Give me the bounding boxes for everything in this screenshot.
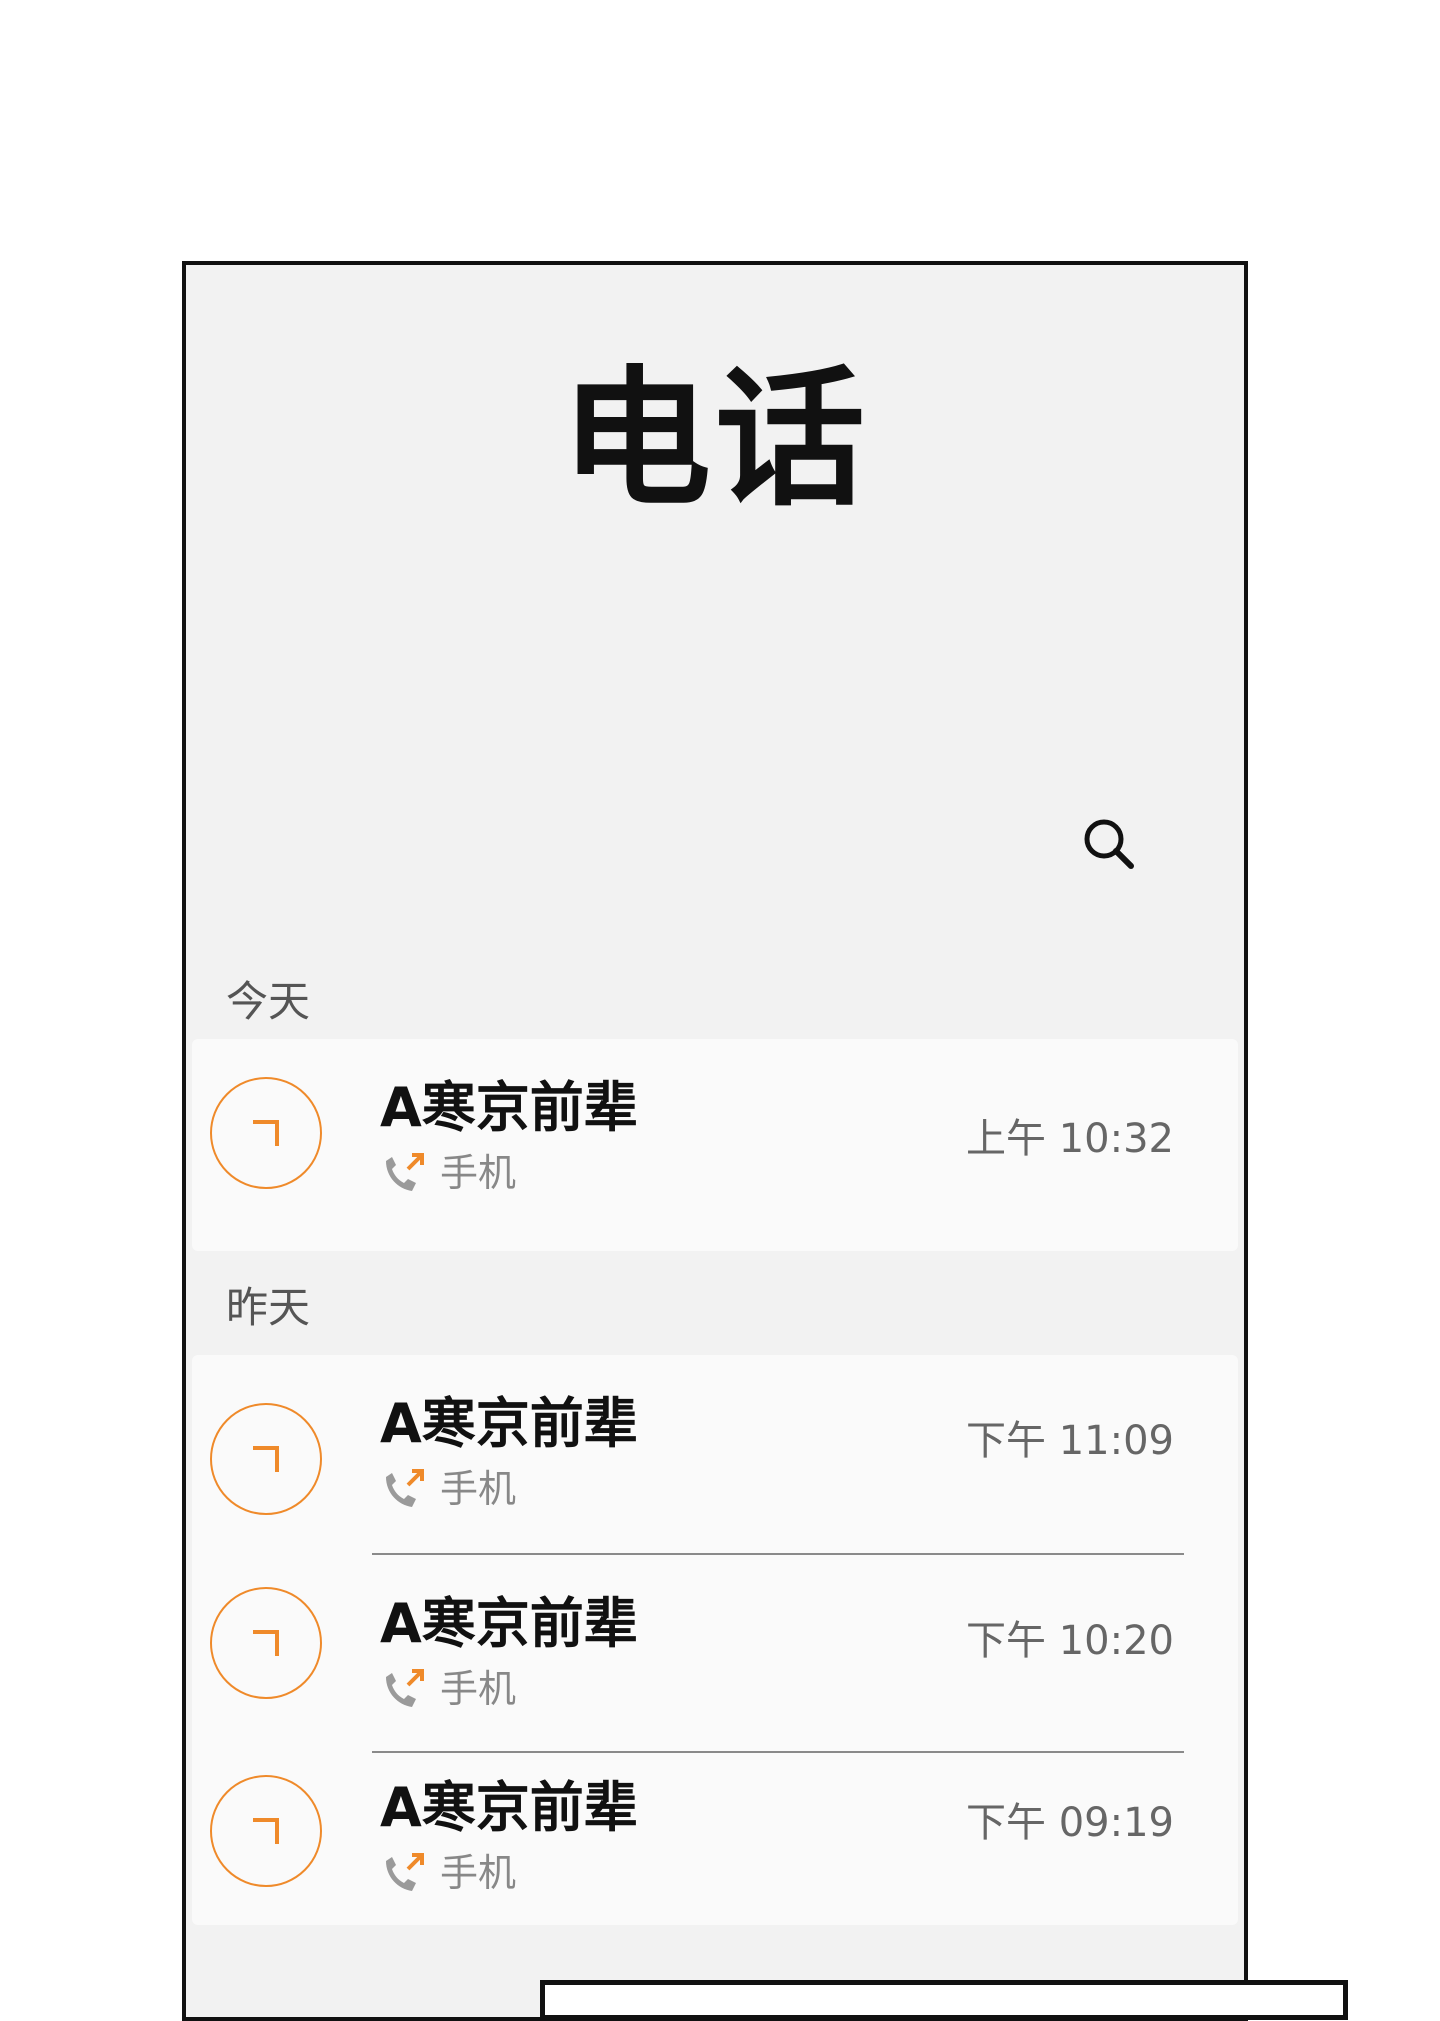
phone-type-label: 手机 — [440, 1667, 517, 1711]
avatar-initial-icon — [253, 1120, 279, 1146]
call-detail: 手机 — [380, 1667, 516, 1711]
call-log-row[interactable]: A寒京前辈 手机 下午 11:09 — [192, 1355, 1238, 1553]
avatar-initial-icon — [253, 1818, 279, 1844]
phone-type-label: 手机 — [440, 1151, 517, 1195]
avatar[interactable] — [210, 1587, 322, 1699]
section-header-today: 今天 — [226, 977, 311, 1026]
call-log-card-yesterday: A寒京前辈 手机 下午 11:09 A寒京前辈 手机 下午 10:20 A寒京前… — [192, 1355, 1238, 1925]
contact-name: A寒京前辈 — [380, 1076, 638, 1139]
avatar[interactable] — [210, 1775, 322, 1887]
avatar[interactable] — [210, 1403, 322, 1515]
call-time: 下午 10:20 — [966, 1618, 1174, 1664]
call-log-card-today: A寒京前辈 手机 上午 10:32 — [192, 1039, 1238, 1251]
contact-name: A寒京前辈 — [380, 1776, 638, 1839]
phone-type-label: 手机 — [440, 1467, 517, 1511]
phone-type-label: 手机 — [440, 1851, 517, 1895]
avatar-initial-icon — [253, 1630, 279, 1656]
section-header-yesterday: 昨天 — [226, 1283, 311, 1332]
page-title: 电话 — [560, 353, 869, 527]
search-button[interactable] — [1074, 809, 1144, 879]
call-detail: 手机 — [380, 1851, 516, 1895]
call-time: 下午 11:09 — [966, 1418, 1174, 1464]
outgoing-call-icon — [386, 1469, 424, 1507]
search-icon — [1084, 819, 1134, 869]
outgoing-call-icon — [386, 1153, 424, 1191]
call-detail: 手机 — [380, 1467, 516, 1511]
phone-screen: 电话 今天 A寒京前辈 手机 上午 10:32 昨天 A寒京前辈 手机 下午 1… — [182, 261, 1248, 2021]
avatar-initial-icon — [253, 1446, 279, 1472]
avatar[interactable] — [210, 1077, 322, 1189]
call-detail: 手机 — [380, 1151, 516, 1195]
bottom-panel-edge — [540, 1980, 1348, 2020]
contact-name: A寒京前辈 — [380, 1592, 638, 1655]
call-time: 上午 10:32 — [966, 1116, 1174, 1162]
outgoing-call-icon — [386, 1853, 424, 1891]
call-log-row[interactable]: A寒京前辈 手机 上午 10:32 — [192, 1039, 1238, 1251]
call-time: 下午 09:19 — [966, 1800, 1174, 1846]
outgoing-call-icon — [386, 1669, 424, 1707]
call-log-row[interactable]: A寒京前辈 手机 下午 10:20 — [192, 1553, 1238, 1751]
contact-name: A寒京前辈 — [380, 1392, 638, 1455]
call-log-row[interactable]: A寒京前辈 手机 下午 09:19 — [192, 1751, 1238, 1925]
